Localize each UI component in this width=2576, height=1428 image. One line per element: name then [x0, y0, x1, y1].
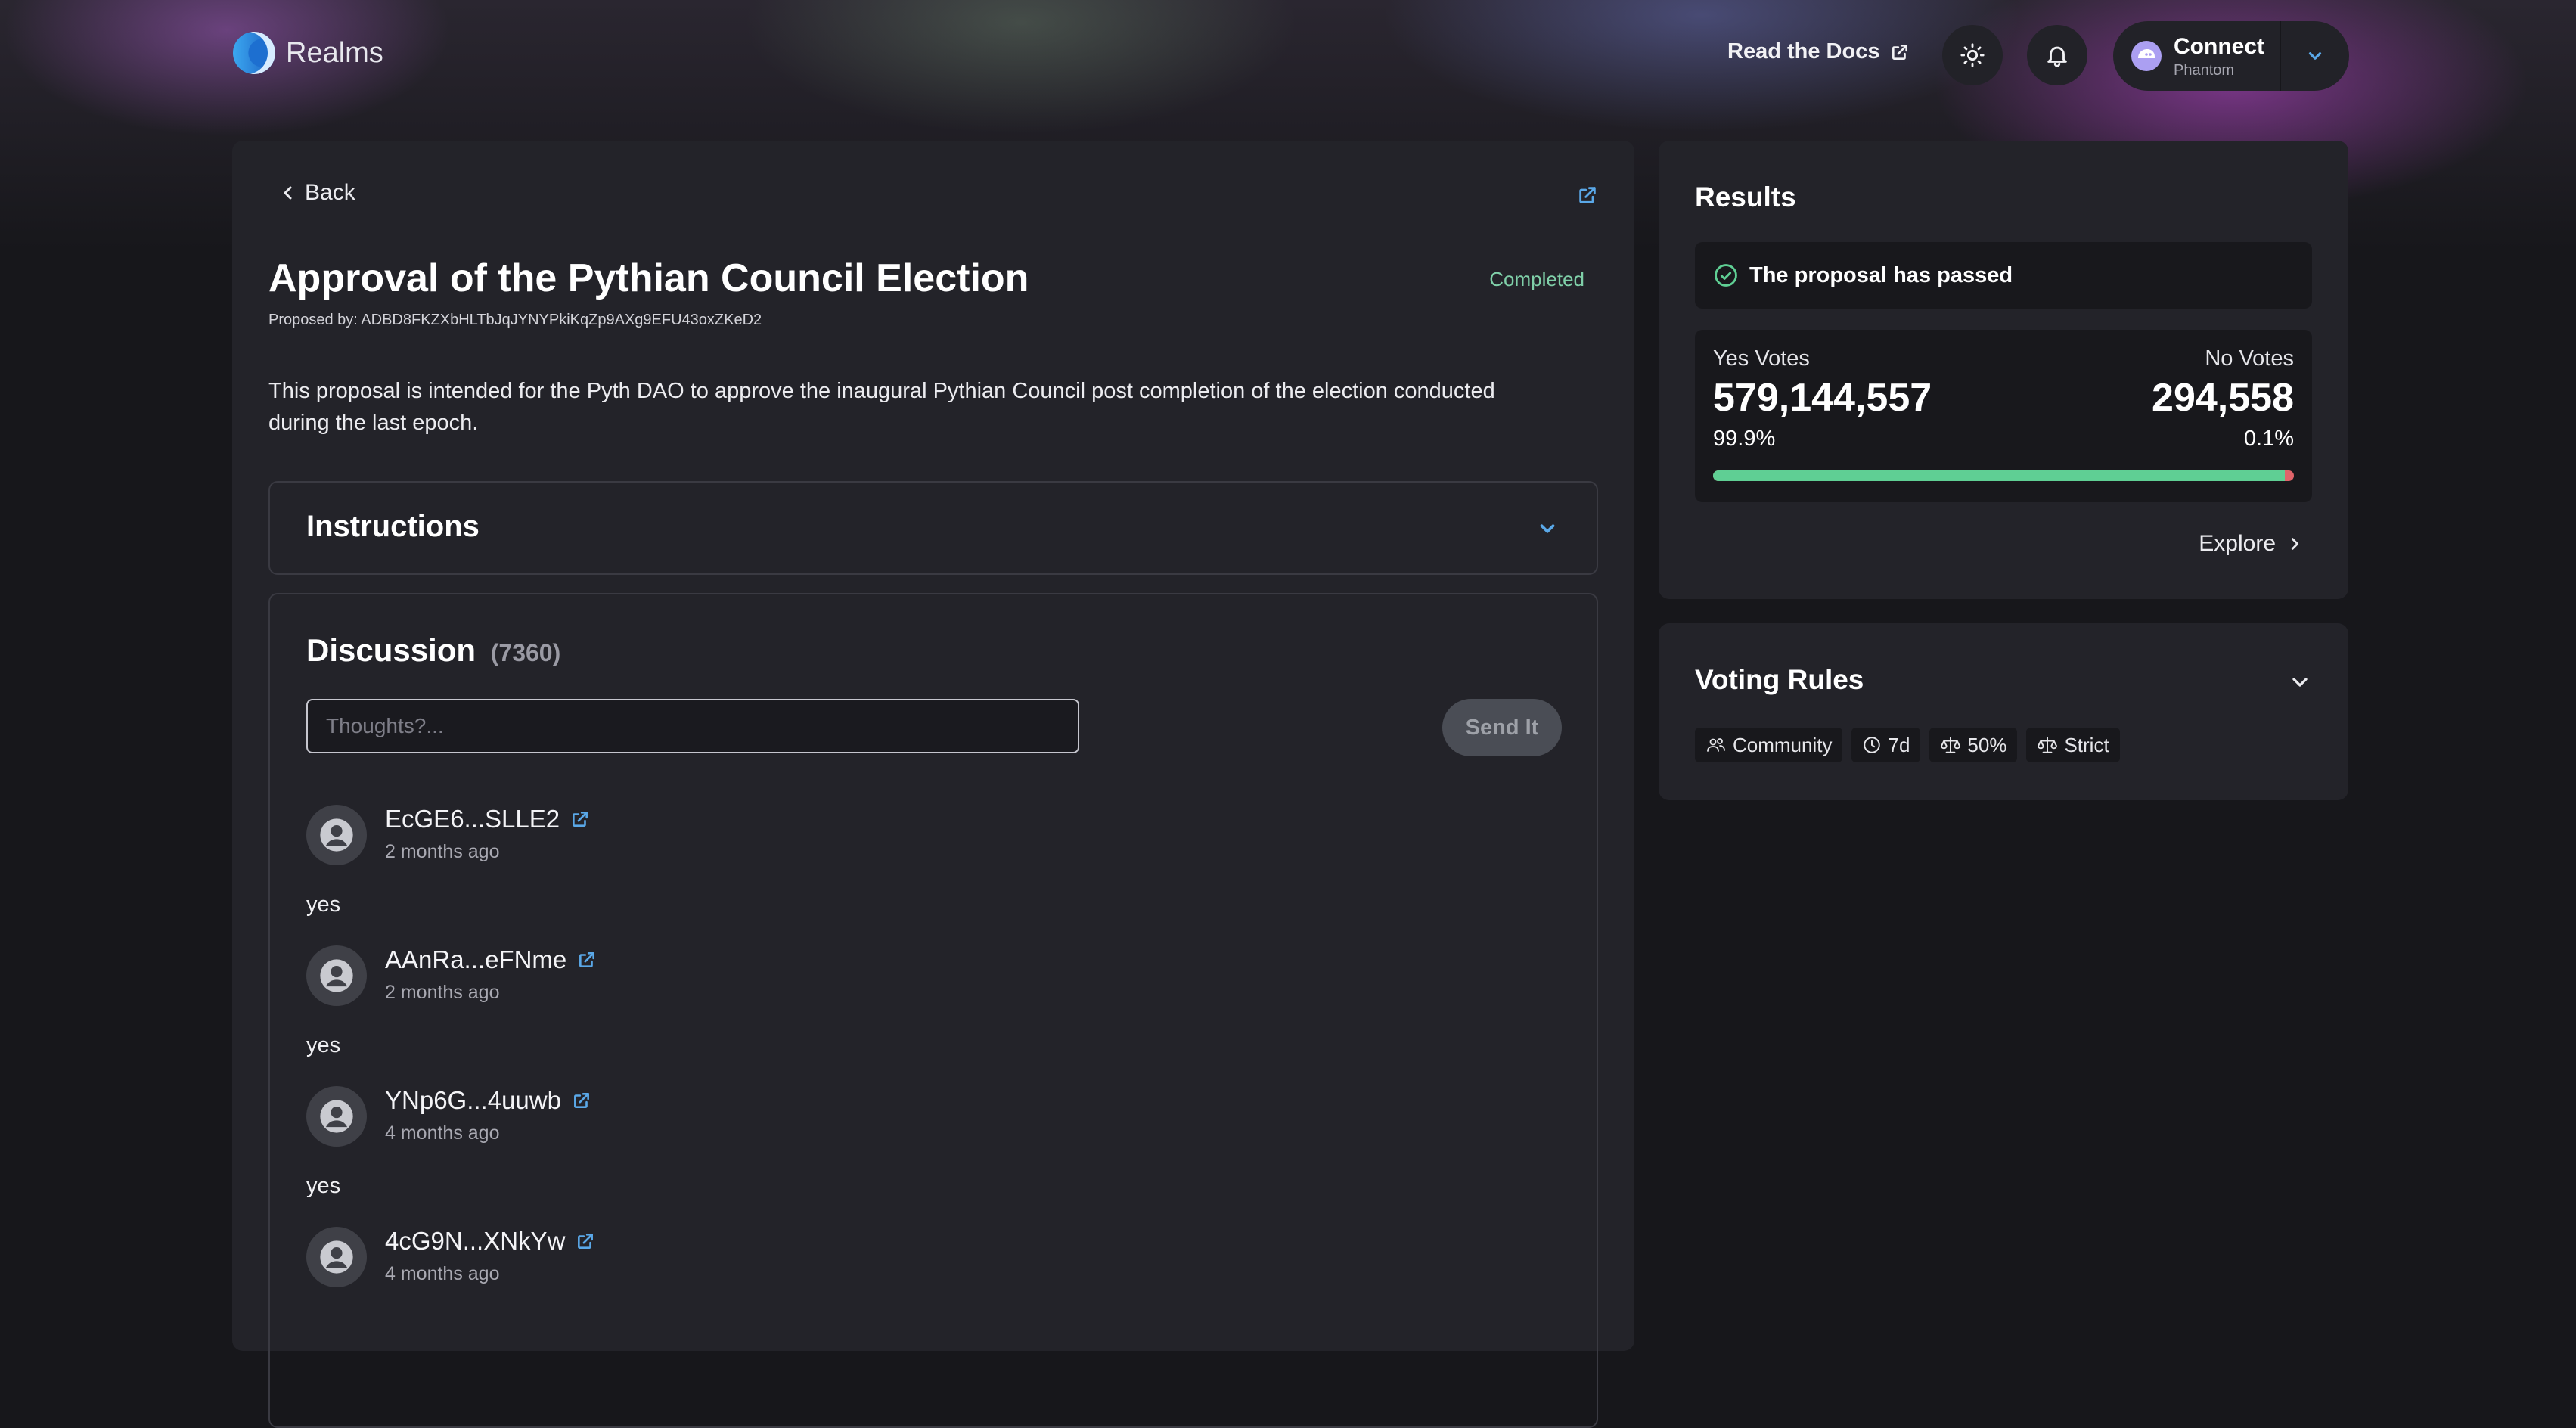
top-header: Realms Read the Docs Connect Phantom — [0, 0, 2576, 113]
theme-toggle-button[interactable] — [1942, 25, 2003, 85]
yes-votes-percent: 99.9% — [1713, 427, 1776, 451]
comment-time: 4 months ago — [385, 1263, 500, 1284]
external-link-icon — [573, 812, 588, 827]
proposer-address: Proposed by: ADBD8FKZXbHLTbJqJYNYPkiKqZp… — [268, 312, 762, 328]
yes-votes-label: Yes Votes — [1713, 346, 1810, 371]
send-comment-button[interactable]: Send It — [1442, 699, 1562, 756]
external-link-icon — [579, 952, 595, 967]
comment-time: 2 months ago — [385, 841, 500, 862]
back-button[interactable]: Back — [279, 180, 355, 206]
instructions-accordion[interactable]: Instructions — [268, 481, 1598, 575]
discussion-header: Discussion (7360) — [306, 632, 560, 669]
passed-text: The proposal has passed — [1749, 262, 2013, 287]
user-placeholder-icon — [320, 1240, 353, 1274]
rule-chip-label: 7d — [1888, 733, 1910, 756]
proposal-status-badge: Completed — [1489, 268, 1584, 290]
read-docs-label: Read the Docs — [1727, 39, 1880, 64]
user-placeholder-icon — [320, 959, 353, 992]
user-placeholder-icon — [320, 1100, 353, 1133]
external-link-icon — [1579, 187, 1596, 203]
chevron-down-icon — [1540, 524, 1555, 533]
bell-icon — [2047, 46, 2067, 67]
proposal-card: Back Approval of the Pythian Council Ele… — [232, 141, 1634, 1428]
external-link-icon — [578, 1234, 594, 1249]
rule-chip-strict: Strict — [2026, 728, 2120, 762]
comment-time: 2 months ago — [385, 982, 500, 1003]
connect-wallet-button[interactable]: Connect Phantom — [2113, 21, 2349, 91]
voting-rules-card: Voting Rules Community 7d 50% Strict — [1659, 623, 2348, 800]
no-votes-label: No Votes — [2205, 346, 2294, 371]
comment-text: yes — [306, 892, 341, 917]
chevron-left-icon — [284, 186, 292, 200]
comment-input[interactable] — [306, 699, 1079, 753]
rule-chip-label: Strict — [2064, 733, 2109, 756]
wallet-menu-toggle[interactable] — [2289, 39, 2342, 73]
open-proposal-external-link[interactable] — [1577, 185, 1598, 210]
rule-chip-label: 50% — [1967, 733, 2007, 756]
clock-icon — [1864, 737, 1881, 753]
scale-icon — [2038, 737, 2058, 753]
results-title: Results — [1695, 182, 1796, 213]
app-name: Realms — [286, 36, 383, 69]
results-card: Results The proposal has passed Yes Vote… — [1659, 141, 2348, 599]
comment-author-link[interactable]: YNp6G...4uuwb — [385, 1086, 591, 1115]
scale-icon — [1941, 737, 1961, 753]
yes-votes-fill — [1713, 470, 2286, 481]
comment-text: yes — [306, 1174, 341, 1198]
comment-author-link[interactable]: AAnRa...eFNme — [385, 945, 597, 974]
comment-time: 4 months ago — [385, 1122, 500, 1144]
comment-author: EcGE6...SLLE2 — [385, 805, 560, 833]
vote-summary: Yes Votes No Votes 579,144,557 294,558 9… — [1695, 330, 2312, 502]
avatar — [306, 945, 367, 1006]
instructions-expand-toggle[interactable] — [1536, 517, 1559, 544]
rule-chip-label: Community — [1733, 733, 1833, 756]
explore-link[interactable]: Explore — [2199, 531, 2303, 557]
back-label: Back — [305, 180, 355, 205]
voting-rules-title: Voting Rules — [1695, 664, 1864, 695]
chevron-down-icon — [2308, 52, 2322, 60]
yes-votes-count: 579,144,557 — [1713, 376, 1932, 420]
user-placeholder-icon — [320, 818, 353, 852]
instructions-label: Instructions — [306, 510, 480, 543]
voting-rule-chips: Community 7d 50% Strict — [1695, 728, 2120, 762]
avatar — [306, 805, 367, 865]
discussion-count: (7360) — [490, 639, 561, 666]
comment-author-link[interactable]: EcGE6...SLLE2 — [385, 805, 590, 834]
comment-author: AAnRa...eFNme — [385, 945, 567, 973]
connect-divider — [2280, 21, 2281, 91]
avatar — [306, 1227, 367, 1287]
comment-author: 4cG9N...XNkYw — [385, 1227, 566, 1255]
realms-logo[interactable]: Realms — [233, 32, 383, 74]
wallet-name: Phantom — [2174, 61, 2235, 79]
avatar — [306, 1086, 367, 1147]
chevron-right-icon — [2291, 538, 2299, 550]
phantom-icon — [2131, 41, 2162, 71]
realms-logo-icon — [233, 32, 275, 74]
proposal-title: Approval of the Pythian Council Election — [268, 256, 1029, 300]
no-votes-percent: 0.1% — [2243, 427, 2294, 451]
community-icon — [1707, 738, 1725, 752]
proposal-passed-banner: The proposal has passed — [1695, 242, 2312, 309]
sun-icon — [1960, 43, 1985, 67]
external-link-icon — [574, 1093, 589, 1108]
discussion-title: Discussion — [306, 632, 476, 668]
discussion-section: Discussion (7360) Send It EcGE6...SLLE2 … — [268, 593, 1598, 1428]
rule-chip-quorum: 50% — [1929, 728, 2018, 762]
notifications-button[interactable] — [2027, 25, 2087, 85]
comment-author: YNp6G...4uuwb — [385, 1086, 561, 1114]
rule-chip-duration: 7d — [1851, 728, 1921, 762]
explore-label: Explore — [2199, 531, 2276, 556]
chevron-down-icon — [2292, 678, 2308, 687]
connect-label: Connect — [2174, 33, 2264, 59]
comment-text: yes — [306, 1033, 341, 1057]
no-votes-count: 294,558 — [2152, 376, 2294, 420]
voting-rules-expand-toggle[interactable] — [2288, 670, 2312, 698]
read-docs-link[interactable]: Read the Docs — [1727, 39, 1910, 64]
proposal-description: This proposal is intended for the Pyth D… — [268, 379, 1495, 435]
rule-chip-community: Community — [1695, 728, 1843, 762]
comment-author-link[interactable]: 4cG9N...XNkYw — [385, 1227, 595, 1256]
vote-progress-bar — [1713, 470, 2294, 481]
check-circle-icon — [1715, 264, 1737, 287]
external-link-icon — [1892, 44, 1908, 60]
